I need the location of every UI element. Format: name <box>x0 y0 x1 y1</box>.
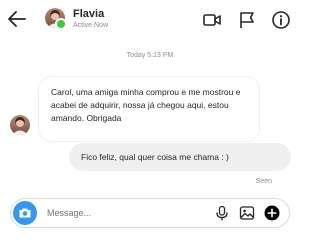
active-status-dot <box>55 18 67 30</box>
contact-status: Active Now <box>73 22 109 29</box>
flag-icon[interactable] <box>237 10 257 30</box>
outgoing-message[interactable]: Fico feliz, qual quer coisa me chama : ) <box>69 143 291 171</box>
sender-avatar[interactable] <box>10 115 30 135</box>
contact-name[interactable]: Flavia <box>73 8 104 20</box>
plus-icon[interactable] <box>264 205 280 221</box>
video-camera-icon[interactable] <box>202 10 222 30</box>
image-icon[interactable] <box>239 205 255 221</box>
message-composer <box>10 198 290 228</box>
message-input[interactable] <box>47 206 207 220</box>
back-arrow-icon[interactable] <box>6 8 28 30</box>
microphone-icon[interactable] <box>214 205 230 221</box>
seen-receipt: Seen <box>255 178 272 185</box>
chat-header: Flavia Active Now <box>0 0 300 38</box>
camera-icon[interactable] <box>13 201 37 225</box>
conversation-timestamp: Today 5:13 PM <box>126 52 174 59</box>
incoming-message[interactable]: Carol, uma amiga minha comprou e me most… <box>38 76 260 142</box>
contact-avatar[interactable] <box>45 8 67 30</box>
info-icon[interactable] <box>271 10 291 30</box>
